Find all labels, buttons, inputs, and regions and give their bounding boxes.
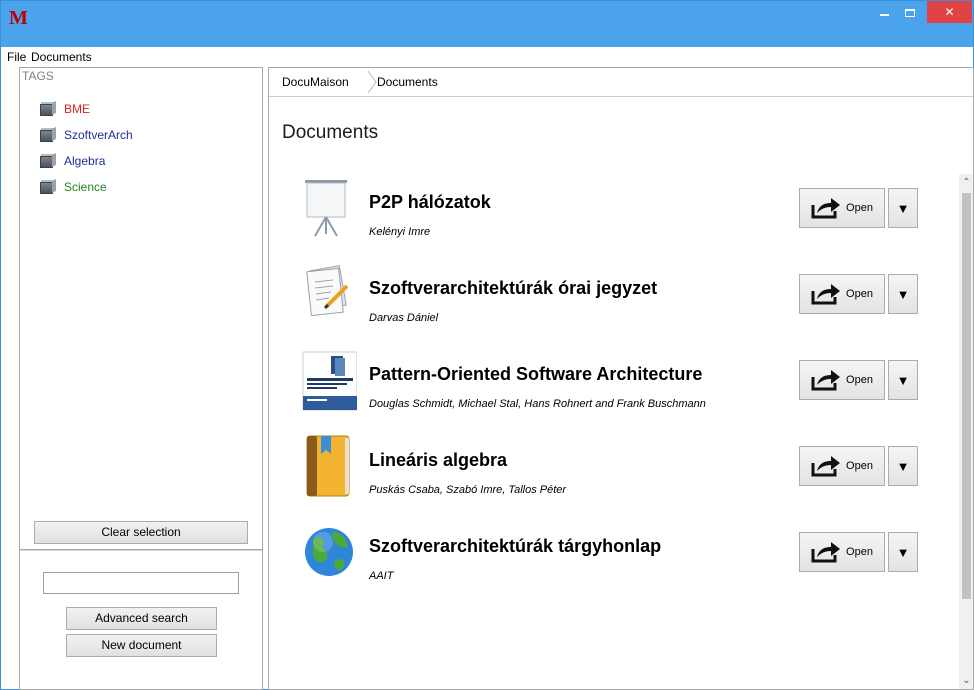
tag-item-algebra[interactable]: Algebra [40,148,133,174]
breadcrumb-item-documents[interactable]: Documents [377,75,438,89]
scroll-down-arrow-icon[interactable]: ⌄ [959,672,973,689]
tag-item-bme[interactable]: BME [40,96,133,122]
minimize-button[interactable] [871,1,897,23]
dropdown-button[interactable]: ▼ [888,446,918,486]
menu-file[interactable]: File [7,50,26,64]
dropdown-button[interactable]: ▼ [888,188,918,228]
open-button[interactable]: Open [799,188,885,228]
breadcrumb: DocuMaison Documents [269,68,973,97]
book-cover-icon [302,351,357,411]
open-share-icon [811,370,841,391]
document-author: Kelényi Imre [369,226,431,238]
new-document-button[interactable]: New document [66,634,217,657]
tag-icon [40,100,56,116]
document-title: Pattern-Oriented Software Architecture [369,364,703,384]
tag-item-szoftverarch[interactable]: SzoftverArch [40,122,133,148]
tag-icon [40,152,56,168]
document-title: Szoftverarchitektúrák tárgyhonlap [369,536,662,556]
dropdown-button[interactable]: ▼ [888,274,918,314]
open-label: Open [846,202,873,214]
tag-icon [40,178,56,194]
app-window: M ✕ File Documents TAGS BME SzoftverArch… [0,0,974,690]
document-title: P2P hálózatok [369,192,491,212]
advanced-search-button[interactable]: Advanced search [66,607,217,630]
document-author: Darvas Dániel [369,312,439,324]
scroll-up-arrow-icon[interactable]: ⌃ [959,174,973,191]
tags-panel: TAGS BME SzoftverArch Algebra Science Cl… [19,67,263,690]
tag-item-science[interactable]: Science [40,174,133,200]
minimize-icon [879,13,889,16]
dropdown-button[interactable]: ▼ [888,532,918,572]
close-button[interactable]: ✕ [927,1,972,23]
document-author: Douglas Schmidt, Michael Stal, Hans Rohn… [369,398,706,410]
document-author: Puskás Csaba, Szabó Imre, Tallos Péter [369,484,567,496]
open-share-icon [811,456,841,477]
breadcrumb-item-home[interactable]: DocuMaison [282,75,349,89]
open-share-icon [811,284,841,305]
maximize-button[interactable] [897,1,923,23]
open-share-icon [811,198,841,219]
open-button[interactable]: Open [799,532,885,572]
open-label: Open [846,460,873,472]
tag-label: BME [64,102,91,116]
open-button[interactable]: Open [799,274,885,314]
document-row[interactable]: Szoftverarchitektúrák órai jegyzet Darva… [269,262,959,348]
book-icon [306,435,350,497]
document-row[interactable]: P2P hálózatok Kelényi Imre Open ▼ [269,176,959,262]
document-title: Lineáris algebra [369,450,508,470]
title-bar: M ✕ [1,1,973,47]
document-row[interactable]: Pattern-Oriented Software Architecture D… [269,348,959,434]
tag-label: Algebra [64,154,106,168]
clear-selection-button[interactable]: Clear selection [34,521,248,544]
tag-list: BME SzoftverArch Algebra Science [40,96,133,200]
documents-panel: DocuMaison Documents Documents P2P hálóz… [268,67,974,690]
panel-divider [20,549,262,551]
document-row[interactable]: Szoftverarchitektúrák tárgyhonlap AAIT O… [269,520,959,606]
search-input[interactable] [43,572,239,594]
document-author: AAIT [369,570,394,582]
menu-bar: File Documents [1,47,973,67]
menu-documents[interactable]: Documents [31,50,92,64]
close-icon: ✕ [944,5,955,19]
maximize-icon [905,8,915,17]
tag-label: Science [64,180,107,194]
presentation-icon [305,180,347,237]
dropdown-button[interactable]: ▼ [888,360,918,400]
open-button[interactable]: Open [799,360,885,400]
document-row[interactable]: Lineáris algebra Puskás Csaba, Szabó Imr… [269,434,959,520]
page-title: Documents [282,122,379,143]
app-logo-icon: M [9,7,28,29]
tag-icon [40,126,56,142]
tag-label: SzoftverArch [64,128,133,142]
open-label: Open [846,288,873,300]
open-button[interactable]: Open [799,446,885,486]
notes-icon [306,265,349,317]
scroll-thumb[interactable] [962,193,971,599]
open-share-icon [811,542,841,563]
tags-header: TAGS [22,69,54,83]
vertical-scrollbar[interactable]: ⌃ ⌄ [959,174,973,689]
document-title: Szoftverarchitektúrák órai jegyzet [369,278,658,298]
globe-icon [305,528,353,576]
open-label: Open [846,546,873,558]
open-label: Open [846,374,873,386]
